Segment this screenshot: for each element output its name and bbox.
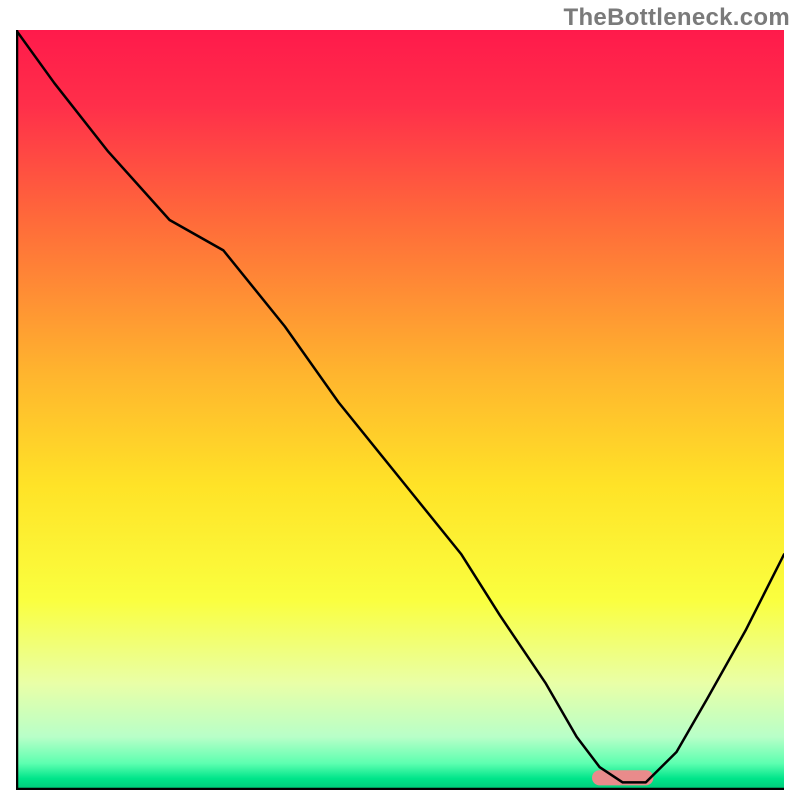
curve-layer (16, 30, 784, 790)
bottleneck-curve (16, 30, 784, 782)
plot-area (16, 30, 784, 790)
watermark-text: TheBottleneck.com (564, 4, 790, 32)
chart-canvas: TheBottleneck.com (0, 0, 800, 800)
